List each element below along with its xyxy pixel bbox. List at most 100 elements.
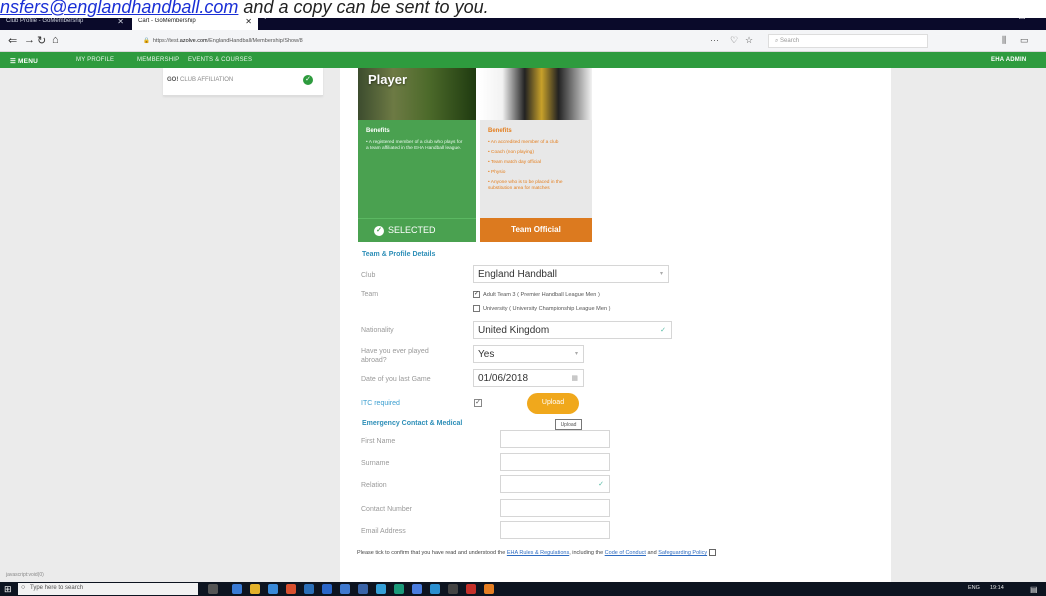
team-official-membership-card[interactable]: Benefits • An accredited member of a clu… <box>480 68 592 242</box>
checkbox-unchecked[interactable] <box>473 305 480 312</box>
home-icon[interactable]: ⌂ <box>52 34 59 46</box>
app-icon[interactable] <box>466 584 476 594</box>
benefits-heading: Benefits <box>366 128 390 134</box>
outlook-icon[interactable] <box>430 584 440 594</box>
card-title: Player <box>368 72 408 87</box>
selected-button[interactable]: ✓ SELECTED <box>358 218 476 242</box>
last-game-date-input[interactable]: 01/06/2018 ▦ <box>473 369 584 387</box>
menu-button[interactable]: ☰ MENU <box>10 57 38 65</box>
affiliation-label: CLUB AFFILIATION <box>180 77 234 83</box>
nationality-select[interactable]: United Kingdom ✓ <box>473 321 672 339</box>
forward-icon[interactable]: → <box>24 34 35 46</box>
url-path: /EnglandHandball/Membership/Show/8 <box>207 38 303 44</box>
app-icon[interactable] <box>304 584 314 594</box>
reload-icon[interactable]: ↻ <box>37 34 46 47</box>
consent-text: Please tick to confirm that you have rea… <box>357 549 717 557</box>
close-icon[interactable]: ✕ <box>245 17 252 26</box>
firefox-active-icon[interactable] <box>484 584 494 594</box>
app-icon[interactable] <box>412 584 422 594</box>
rules-link[interactable]: EHA Rules & Regulations <box>507 550 569 556</box>
app-icon[interactable] <box>448 584 458 594</box>
benefits-list: • An accredited member of a club • Coach… <box>488 140 588 196</box>
benefit-item: • Coach (non playing) <box>488 150 534 155</box>
close-icon[interactable]: ✕ <box>117 17 124 26</box>
team-option-university[interactable]: University ( University Championship Lea… <box>473 305 610 312</box>
browser-status-text: javascript:void(0) <box>6 572 44 578</box>
taskbar-search-input[interactable]: ○ Type here to search <box>18 583 198 595</box>
benefit-item: • An accredited member of a club <box>488 140 559 145</box>
itc-required-label: ITC required <box>361 400 400 407</box>
upload-button[interactable]: Upload <box>527 393 579 414</box>
official-image <box>480 68 592 120</box>
email-input[interactable] <box>500 521 610 539</box>
relation-select[interactable]: ✓ <box>500 475 610 493</box>
club-select[interactable]: England Handball ▾ <box>473 265 669 283</box>
team-option-label: Adult Team 3 ( Premier Handball League M… <box>483 291 600 298</box>
firefox-icon[interactable] <box>286 584 296 594</box>
first-name-label: First Name <box>361 438 396 445</box>
nav-events-courses[interactable]: EVENTS & COURSES <box>188 57 252 63</box>
relation-label: Relation <box>361 482 387 489</box>
benefit-item: • Anyone who is to be placed in the subs… <box>488 180 563 191</box>
lock-icon: 🔒 <box>143 38 150 44</box>
store-icon[interactable] <box>268 584 278 594</box>
benefits-heading: Benefits <box>488 128 512 134</box>
valid-check-icon: ✓ <box>598 481 604 488</box>
nav-membership[interactable]: MEMBERSHIP <box>137 57 179 63</box>
benefit-item: • A registered member of a club who play… <box>366 140 463 151</box>
more-icon[interactable]: ··· <box>710 35 719 45</box>
search-input[interactable]: ⌕ Search <box>768 34 928 48</box>
player-membership-card[interactable]: Player Benefits • A registered member of… <box>358 68 476 242</box>
played-abroad-label: Have you ever played abroad? <box>361 348 429 364</box>
tab-label: Cart - GoMembership <box>138 18 196 24</box>
app-icon[interactable] <box>394 584 404 594</box>
played-abroad-select[interactable]: Yes ▾ <box>473 345 584 363</box>
nav-my-profile[interactable]: MY PROFILE <box>76 57 114 63</box>
left-background <box>0 68 340 582</box>
app-icon[interactable] <box>340 584 350 594</box>
nationality-label: Nationality <box>361 327 394 334</box>
bookmark-star-icon[interactable]: ☆ <box>745 35 753 46</box>
last-game-label: Date of you last Game <box>361 376 431 383</box>
word-icon[interactable] <box>322 584 332 594</box>
language-indicator[interactable]: ENG <box>968 585 980 591</box>
itc-checkbox[interactable]: ✓ <box>474 399 482 407</box>
user-menu[interactable]: EHA ADMIN <box>991 57 1026 63</box>
search-icon: ○ <box>21 584 26 591</box>
team-option-adult[interactable]: ✓ Adult Team 3 ( Premier Handball League … <box>473 291 600 298</box>
email-link[interactable]: nsfers@englandhandball.com <box>0 0 238 17</box>
clock[interactable]: 19:14 <box>990 585 1004 591</box>
notification-icon[interactable]: ▤ <box>1030 585 1038 594</box>
edge-icon[interactable] <box>232 584 242 594</box>
first-name-input[interactable] <box>500 430 610 448</box>
consent-text-part: Please tick to confirm that you have rea… <box>357 550 507 556</box>
sidebar-icon[interactable]: ▭ <box>1020 35 1029 46</box>
checkbox-checked[interactable]: ✓ <box>473 291 480 298</box>
club-label: Club <box>361 272 376 279</box>
app-icon[interactable] <box>376 584 386 594</box>
back-icon[interactable]: ⇐ <box>8 34 17 47</box>
document-text: and a copy can be sent to you. <box>238 0 489 17</box>
address-bar-row: ⇐ → ↻ ⌂ 🔒 https://test.azolve.com/England… <box>0 30 1046 52</box>
code-of-conduct-link[interactable]: Code of Conduct <box>605 550 646 556</box>
club-affiliation-item[interactable]: GO! CLUB AFFILIATION ✓ <box>163 68 323 96</box>
team-official-button[interactable]: Team Official <box>480 218 592 242</box>
windows-start-icon[interactable]: ⊞ <box>4 584 12 594</box>
app-icon[interactable] <box>358 584 368 594</box>
surname-input[interactable] <box>500 453 610 471</box>
contact-number-input[interactable] <box>500 499 610 517</box>
url-input[interactable]: 🔒 https://test.azolve.com/EnglandHandball… <box>143 34 703 48</box>
calendar-icon[interactable]: ▦ <box>571 374 578 382</box>
check-circle-icon: ✓ <box>374 226 384 236</box>
player-image: Player <box>358 68 476 120</box>
file-explorer-icon[interactable] <box>250 584 260 594</box>
section-heading-emergency: Emergency Contact & Medical <box>362 420 463 427</box>
safeguarding-link[interactable]: Safeguarding Policy <box>658 550 707 556</box>
windows-taskbar: ⊞ ○ Type here to search ENG 19:14 ▤ <box>0 582 1046 596</box>
club-value: England Handball <box>478 269 557 280</box>
consent-checkbox[interactable] <box>708 549 716 557</box>
library-icon[interactable]: ⫼ <box>1002 35 1006 46</box>
benefits-list: • A registered member of a club who play… <box>366 140 466 156</box>
pocket-icon[interactable]: ♡ <box>730 35 738 46</box>
task-view-icon[interactable] <box>208 584 218 594</box>
